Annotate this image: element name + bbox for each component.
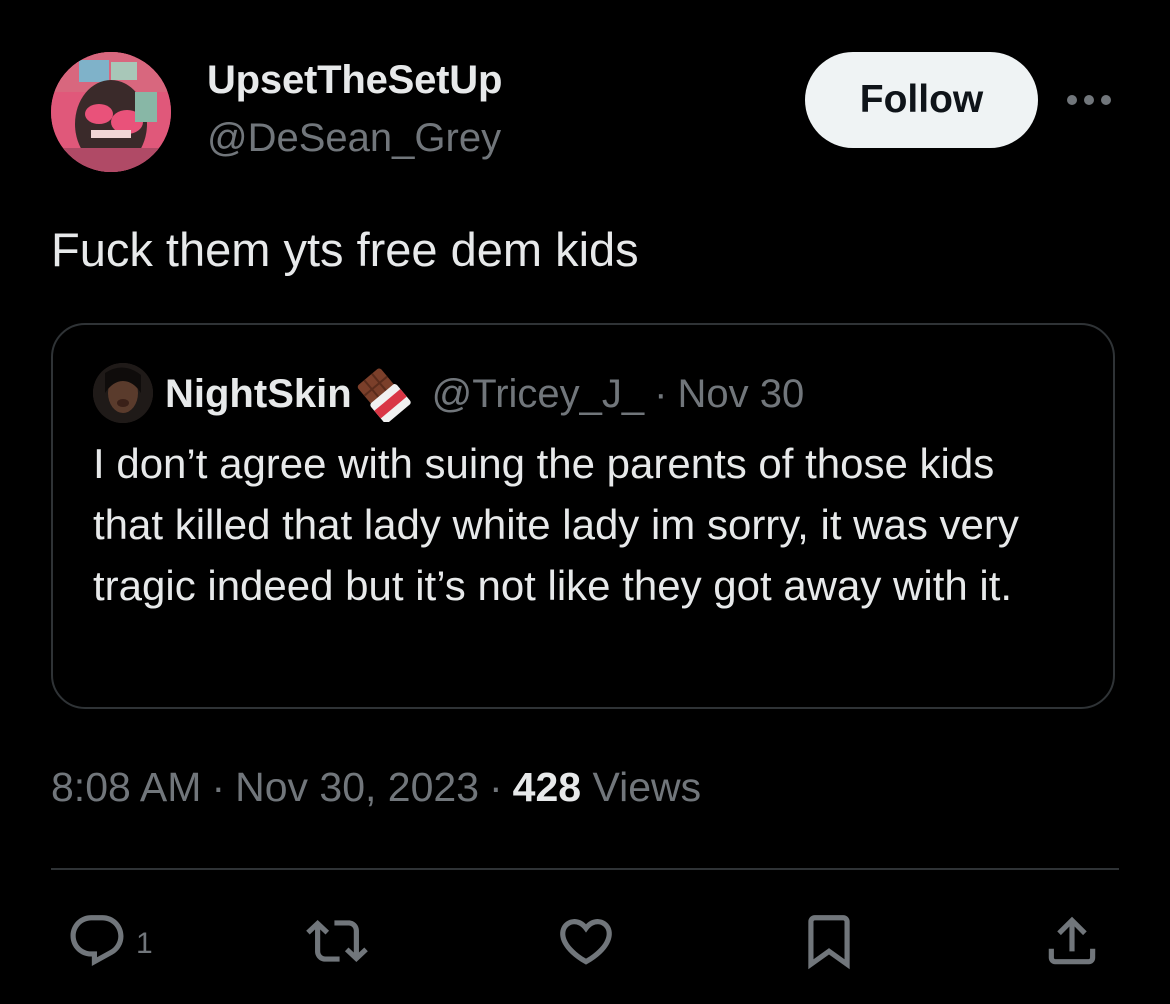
bookmark-icon bbox=[808, 915, 850, 970]
quoted-author-display-name[interactable]: NightSkin bbox=[165, 372, 352, 417]
divider bbox=[51, 868, 1119, 870]
author-avatar[interactable] bbox=[51, 52, 171, 172]
like-button[interactable] bbox=[555, 910, 617, 972]
chocolate-bar-icon bbox=[357, 368, 411, 422]
tweet-time[interactable]: 8:08 AM bbox=[51, 764, 201, 810]
reply-count: 1 bbox=[136, 927, 153, 960]
meta-separator: · bbox=[489, 764, 503, 810]
views-label[interactable]: Views bbox=[592, 764, 701, 810]
retweet-button[interactable] bbox=[306, 910, 368, 972]
tweet: UpsetTheSetUp @DeSean_Grey Follow Fuck t… bbox=[0, 0, 1170, 1004]
reply-button[interactable]: 1 bbox=[66, 910, 153, 972]
quoted-tweet-card[interactable]: NightSkin @Tricey_J_ · Nov 30 I don’t ag… bbox=[51, 323, 1115, 709]
quoted-separator: · bbox=[654, 371, 668, 416]
author-display-name[interactable]: UpsetTheSetUp bbox=[207, 58, 502, 103]
tweet-text: Fuck them yts free dem kids bbox=[51, 223, 639, 276]
like-icon bbox=[560, 919, 612, 965]
follow-button[interactable]: Follow bbox=[805, 52, 1038, 148]
share-icon bbox=[1048, 916, 1096, 965]
meta-separator: · bbox=[211, 764, 226, 810]
quoted-author-handle[interactable]: @Tricey_J_ bbox=[432, 372, 645, 417]
quoted-tweet-date[interactable]: Nov 30 bbox=[678, 372, 805, 417]
more-horizontal-icon[interactable] bbox=[1064, 88, 1114, 112]
quoted-tweet-text: I don’t agree with suing the parents of … bbox=[93, 440, 1019, 609]
tweet-date[interactable]: Nov 30, 2023 bbox=[235, 764, 479, 810]
quoted-author-avatar[interactable] bbox=[93, 363, 153, 423]
retweet-icon bbox=[306, 920, 368, 962]
reply-icon bbox=[70, 915, 124, 967]
bookmark-button[interactable] bbox=[798, 910, 860, 972]
share-button[interactable] bbox=[1041, 910, 1103, 972]
quoted-tweet-header: NightSkin @Tricey_J_ · Nov 30 bbox=[165, 368, 805, 422]
tweet-meta: 8:08 AM · Nov 30, 2023 · 428 Views bbox=[51, 764, 701, 811]
views-count[interactable]: 428 bbox=[513, 764, 581, 810]
author-handle[interactable]: @DeSean_Grey bbox=[207, 116, 501, 161]
